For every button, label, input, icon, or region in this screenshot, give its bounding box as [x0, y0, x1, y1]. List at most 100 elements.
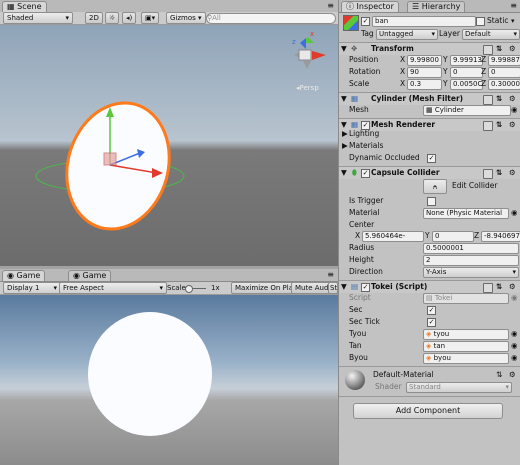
- hierarchy-tab-icon: ☰: [412, 2, 422, 11]
- tag-chevron-icon: ▾: [431, 30, 435, 38]
- center-z-field[interactable]: -8.9406976: [481, 231, 520, 242]
- scale-x-label[interactable]: X: [400, 78, 405, 90]
- display-chevron-icon: ▾: [53, 284, 57, 292]
- script-row: Script ▤ Tokei ◉: [339, 292, 520, 304]
- shading-dropdown[interactable]: Shaded ▾: [3, 12, 73, 24]
- scale-x-field[interactable]: 0.3: [407, 79, 442, 90]
- radius-field[interactable]: 0.5000001: [423, 243, 519, 254]
- dynamic-occluded-checkbox[interactable]: ✓: [427, 154, 436, 163]
- material-name: Default-Material: [373, 370, 434, 379]
- tab-hierarchy[interactable]: ☰ Hierarchy: [407, 1, 466, 12]
- scale-row-label: Scale: [349, 79, 370, 88]
- shader-dropdown[interactable]: Standard ▾: [406, 382, 512, 393]
- capsule-collider-header[interactable]: ▼ ⬮ ✓ Capsule Collider ⇅ ⚙: [339, 166, 520, 179]
- tan-object-field[interactable]: ◈ tan: [423, 341, 509, 352]
- lighting-row[interactable]: ▶ Lighting: [339, 128, 520, 140]
- effects-dropdown-icon[interactable]: ▣▾: [141, 12, 160, 24]
- capsule-presets-icon[interactable]: ⇅: [496, 167, 502, 179]
- scale-z-label[interactable]: Z: [481, 78, 486, 90]
- capsule-help-icon[interactable]: [483, 169, 493, 179]
- tokei-enabled-checkbox[interactable]: ✓: [361, 283, 370, 292]
- is-trigger-checkbox[interactable]: [427, 197, 436, 206]
- sec-checkbox[interactable]: ✓: [427, 306, 436, 315]
- tyou-object-field[interactable]: ◈ tyou: [423, 329, 509, 340]
- byou-value: byou: [433, 354, 451, 362]
- scale-y-field[interactable]: 0.0050C: [450, 79, 483, 90]
- tyou-row: Tyou ◈ tyou ◉: [339, 328, 520, 340]
- sec-tick-checkbox[interactable]: ✓: [427, 318, 436, 327]
- audio-toggle-icon[interactable]: ◂): [122, 12, 137, 24]
- tab-game[interactable]: ◉ Game: [2, 270, 46, 281]
- direction-chevron-icon: ▾: [512, 268, 516, 276]
- byou-object-field[interactable]: ◈ byou: [423, 353, 509, 364]
- position-z-field[interactable]: 9.99887: [488, 55, 520, 66]
- center-y-label[interactable]: Y: [425, 230, 430, 242]
- rotation-y-field[interactable]: 0: [450, 67, 483, 78]
- tab-game-2[interactable]: ◉ Game: [68, 270, 112, 281]
- height-field[interactable]: 2: [423, 255, 519, 266]
- rotation-z-field[interactable]: 0: [488, 67, 520, 78]
- rotation-y-label[interactable]: Y: [443, 66, 448, 78]
- scale-slider-thumb[interactable]: [185, 285, 193, 293]
- tab-inspector[interactable]: ⓘ Inspector: [341, 1, 399, 12]
- rotation-z-label[interactable]: Z: [481, 66, 486, 78]
- object-name-field[interactable]: ban: [372, 16, 476, 27]
- panel-menu-icon[interactable]: ≡: [327, 1, 334, 10]
- position-y-field[interactable]: 9.99913: [450, 55, 483, 66]
- materials-label: Materials: [349, 141, 384, 150]
- center-x-label[interactable]: X: [355, 230, 360, 242]
- rotation-x-label[interactable]: X: [400, 66, 405, 78]
- sec-tick-row: Sec Tick ✓: [339, 316, 520, 328]
- is-trigger-row: Is Trigger: [339, 195, 520, 207]
- material-presets-icon[interactable]: ⇅: [496, 369, 502, 381]
- tyou-picker-icon[interactable]: ◉: [511, 328, 518, 340]
- lighting-toggle-icon[interactable]: ☼: [105, 12, 120, 24]
- lighting-foldout-icon: ▶: [342, 129, 348, 138]
- position-x-label[interactable]: X: [400, 54, 405, 66]
- mesh-picker-icon[interactable]: ◉: [511, 104, 518, 116]
- inspector-panel-menu-icon[interactable]: ≡: [510, 1, 517, 10]
- collider-material-picker-icon[interactable]: ◉: [511, 207, 518, 219]
- center-z-label[interactable]: Z: [474, 230, 479, 242]
- search-field[interactable]: ⚲All: [206, 13, 336, 24]
- gizmos-dropdown[interactable]: Gizmos ▾: [166, 12, 206, 24]
- position-z-label[interactable]: Z: [481, 54, 486, 66]
- direction-label: Direction: [349, 267, 383, 276]
- display-dropdown[interactable]: Display 1 ▾: [3, 282, 61, 294]
- aspect-dropdown[interactable]: Free Aspect ▾: [59, 282, 167, 294]
- direction-dropdown[interactable]: Y-Axis ▾: [423, 267, 519, 278]
- layer-dropdown[interactable]: Default ▾: [462, 29, 520, 40]
- position-x-field[interactable]: 9.99800: [407, 55, 442, 66]
- stats-button[interactable]: St: [328, 282, 338, 294]
- capsule-enabled-checkbox[interactable]: ✓: [361, 169, 370, 178]
- add-component-button[interactable]: Add Component: [353, 403, 503, 419]
- game-panel-menu-icon[interactable]: ≡: [327, 270, 334, 279]
- tan-picker-icon[interactable]: ◉: [511, 340, 518, 352]
- center-y-field[interactable]: 0: [432, 231, 474, 242]
- material-gear-icon[interactable]: ⚙: [509, 369, 516, 381]
- position-y-label[interactable]: Y: [443, 54, 448, 66]
- materials-foldout-icon: ▶: [342, 141, 348, 150]
- capsule-gear-icon[interactable]: ⚙: [509, 167, 516, 179]
- persp-label[interactable]: ◂Persp: [296, 84, 319, 92]
- tag-dropdown[interactable]: Untagged ▾: [376, 29, 438, 40]
- rotation-x-field[interactable]: 90: [407, 67, 442, 78]
- mesh-object-field[interactable]: ▦ Cylinder: [423, 105, 511, 116]
- active-checkbox[interactable]: ✓: [361, 17, 370, 26]
- game-view[interactable]: [0, 295, 338, 465]
- sec-row: Sec ✓: [339, 304, 520, 316]
- collider-material-field[interactable]: None (Physic Material: [423, 208, 509, 219]
- scene-view[interactable]: x z ◂Persp: [0, 25, 338, 266]
- mode-2d-button[interactable]: 2D: [85, 12, 103, 24]
- center-x-field[interactable]: 5.960464e-: [362, 231, 424, 242]
- static-chevron-icon[interactable]: ▾: [511, 15, 515, 27]
- scene-canvas: [35, 37, 326, 231]
- byou-picker-icon[interactable]: ◉: [511, 352, 518, 364]
- scale-y-label[interactable]: Y: [443, 78, 448, 90]
- tab-scene[interactable]: ▦ Scene: [2, 1, 47, 12]
- materials-row[interactable]: ▶ Materials: [339, 140, 520, 152]
- static-checkbox[interactable]: [476, 17, 485, 26]
- scale-z-field[interactable]: 0.30000: [488, 79, 520, 90]
- direction-value: Y-Axis: [426, 268, 447, 276]
- edit-collider-button[interactable]: ⍲: [423, 179, 447, 194]
